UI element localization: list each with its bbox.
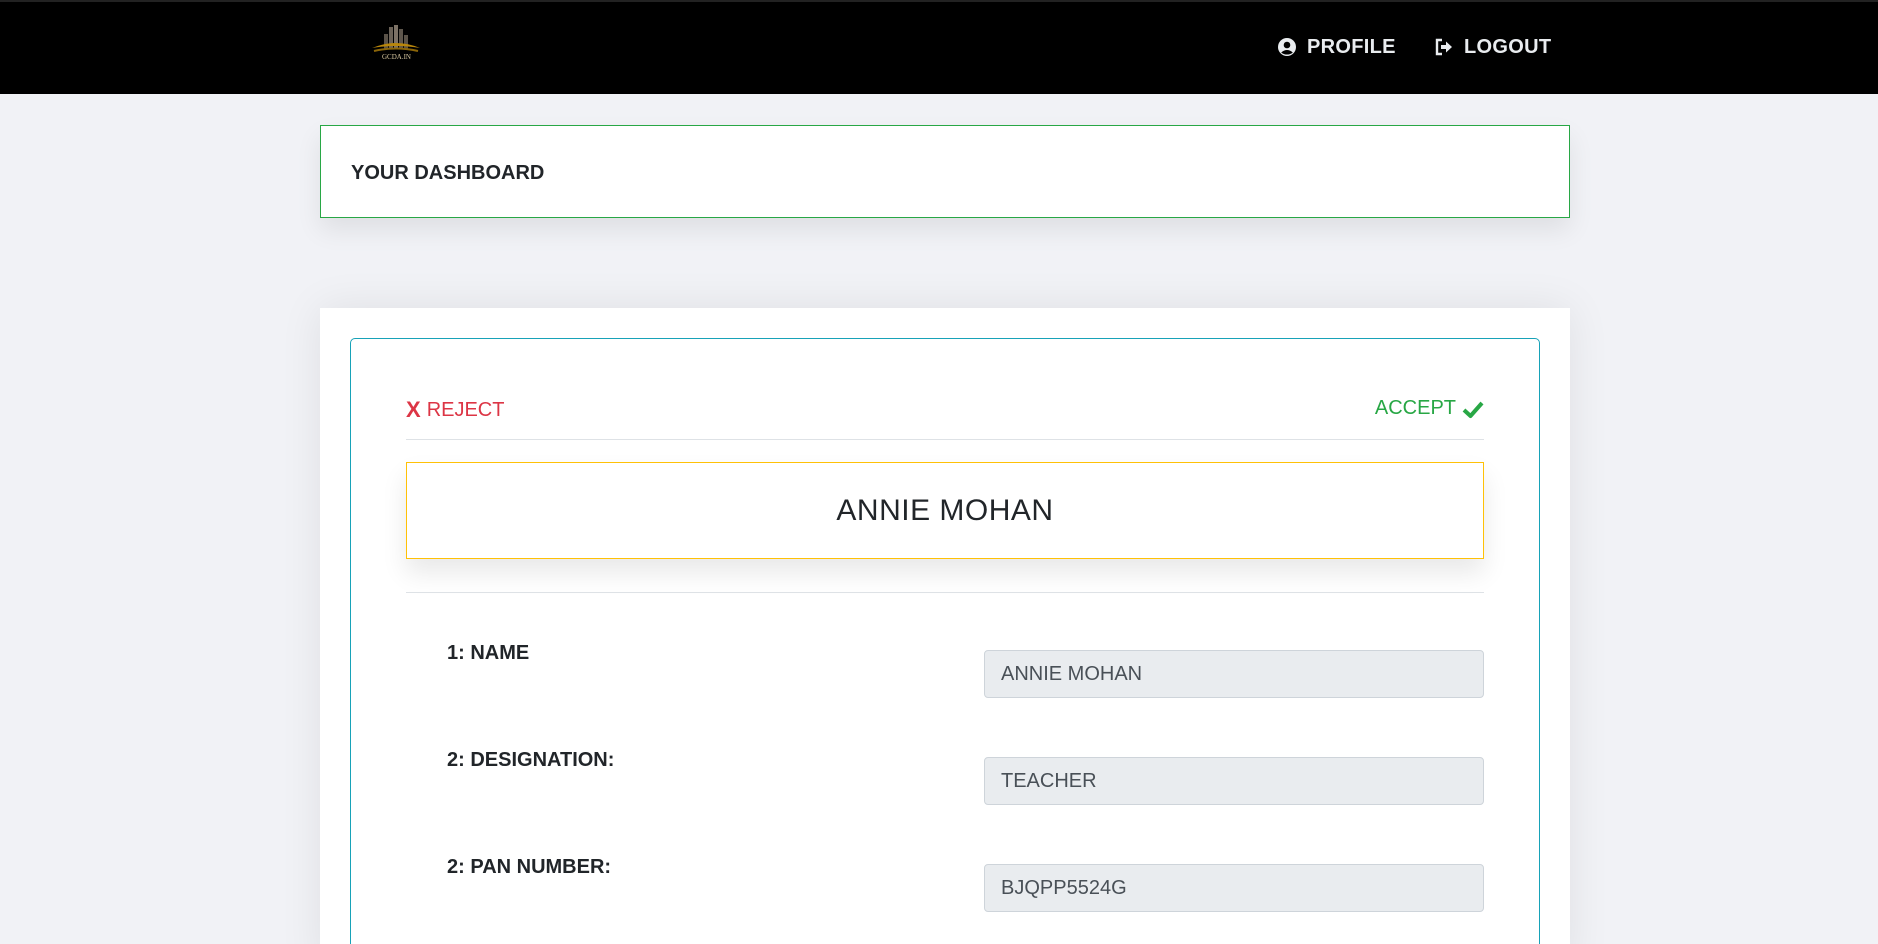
reject-x-icon: X [406, 397, 421, 422]
accept-label: ACCEPT [1374, 397, 1456, 419]
accept-button[interactable]: ACCEPT [1375, 397, 1484, 420]
main-panel: X REJECT ACCEPT ANNIE MOHAN 1: NAME 2: D… [320, 308, 1570, 944]
pan-number-field[interactable] [984, 864, 1484, 912]
logo-text: GCDA.IN [382, 53, 411, 61]
logo[interactable]: GCDA.IN [368, 24, 424, 64]
divider [406, 439, 1484, 440]
logout-label: LOGOUT [1464, 35, 1552, 58]
logout-link[interactable]: LOGOUT [1434, 32, 1551, 62]
pan-number-field-label: 2: PAN NUMBER: [447, 856, 612, 878]
divider [406, 592, 1484, 593]
profile-link[interactable]: PROFILE [1277, 32, 1396, 62]
dashboard-header-card: YOUR DASHBOARD [320, 125, 1570, 218]
applicant-name-box: ANNIE MOHAN [406, 462, 1484, 559]
name-field-label: 1: NAME [447, 642, 530, 664]
profile-label: PROFILE [1307, 35, 1396, 58]
designation-field[interactable] [984, 757, 1484, 805]
sign-out-icon [1435, 38, 1452, 56]
dashboard-title: YOUR DASHBOARD [351, 162, 545, 184]
check-icon [1462, 401, 1484, 418]
reject-label: REJECT [426, 398, 505, 421]
top-navbar: GCDA.IN PROFILE LOGOUT [0, 0, 1878, 94]
applicant-card: X REJECT ACCEPT ANNIE MOHAN 1: NAME 2: D… [350, 338, 1540, 944]
user-circle-icon [1278, 38, 1296, 56]
designation-field-label: 2: DESIGNATION: [447, 749, 615, 771]
applicant-name-heading: ANNIE MOHAN [836, 493, 1054, 527]
name-field[interactable] [984, 650, 1484, 698]
reject-button[interactable]: X REJECT [406, 397, 504, 423]
